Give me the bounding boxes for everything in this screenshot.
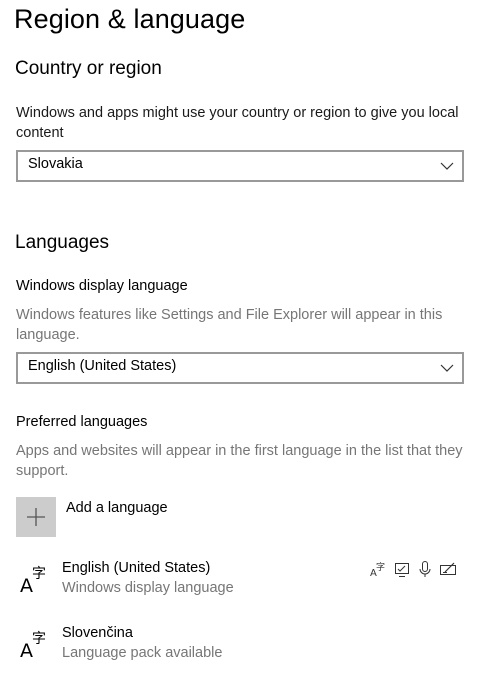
country-region-heading: Country or region — [15, 58, 162, 79]
svg-text:字: 字 — [376, 561, 385, 573]
language-name: English (United States) — [62, 560, 211, 576]
preferred-languages-description: Apps and websites will appear in the fir… — [16, 443, 463, 479]
add-language-label[interactable]: Add a language — [66, 500, 168, 516]
preferred-languages-label: Preferred languages — [16, 414, 148, 430]
speech-recognition-icon — [416, 560, 434, 578]
country-region-selected: Slovakia — [28, 156, 83, 172]
country-region-dropdown[interactable]: Slovakia — [16, 150, 464, 182]
language-name: Slovenčina — [62, 625, 133, 641]
languages-heading: Languages — [15, 232, 110, 253]
display-language-selected: English (United States) — [28, 358, 177, 374]
svg-text:字: 字 — [32, 566, 46, 582]
language-status: Windows display language — [62, 580, 234, 596]
country-region-description: Windows and apps might use your country … — [16, 105, 459, 141]
plus-icon — [27, 508, 45, 526]
language-glyph-icon: A 字 — [20, 631, 46, 661]
language-feature-icons: A 字 — [370, 560, 457, 579]
language-status: Language pack available — [62, 645, 223, 661]
handwriting-icon — [439, 560, 457, 578]
chevron-down-icon — [440, 364, 454, 372]
svg-text:字: 字 — [32, 631, 46, 647]
chevron-down-icon — [440, 162, 454, 170]
display-language-dropdown[interactable]: English (United States) — [16, 352, 464, 384]
text-to-speech-icon — [393, 560, 411, 578]
display-language-label: Windows display language — [16, 278, 188, 294]
region-language-page: Region & language Country or region Wind… — [0, 0, 491, 687]
language-list-item-english[interactable]: A 字 English (United States) Windows disp… — [0, 560, 491, 612]
language-glyph-icon: A 字 — [20, 566, 46, 596]
add-language-button[interactable] — [16, 497, 56, 537]
language-list-item-slovak[interactable]: A 字 Slovenčina Language pack available — [0, 625, 491, 677]
page-title: Region & language — [14, 4, 246, 34]
display-language-description: Windows features like Settings and File … — [16, 307, 443, 343]
language-pack-icon: A 字 — [370, 560, 388, 579]
